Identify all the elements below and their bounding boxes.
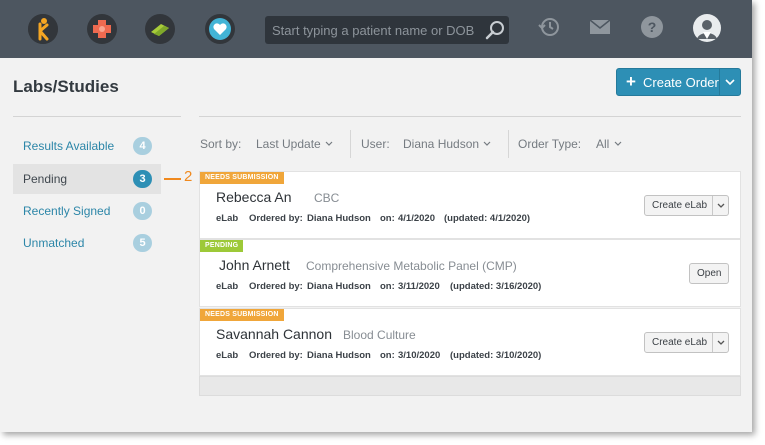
button-divider [712,196,713,215]
heart-engage-icon[interactable] [205,14,235,44]
sidebar-item-results-available[interactable]: Results Available 4 [13,131,161,161]
callout-pointer [164,178,181,180]
order-date-label: on: [380,281,395,292]
search-icon[interactable] [484,19,506,46]
order-type-label: Order Type: [518,137,582,151]
open-button[interactable]: Open [689,263,729,284]
button-divider [712,333,713,352]
ordered-by-value: Diana Hudson [307,281,371,292]
top-nav-bar: Start typing a patient name or DOB ? [0,0,752,58]
count-badge: 3 [133,170,152,188]
content-divider [199,116,741,117]
ordered-by-label: Ordered by: [249,213,303,224]
filter-divider [508,130,509,158]
updated-date: (updated: 4/1/2020) [444,213,531,224]
kareo-logo-icon[interactable] [28,14,58,44]
order-type-dropdown[interactable]: All [596,137,623,151]
sort-label: Sort by: [200,137,242,151]
chevron-down-icon[interactable] [715,199,727,214]
ordered-by-label: Ordered by: [249,281,303,292]
patient-search-box[interactable]: Start typing a patient name or DOB [265,16,509,44]
status-badge: PENDING [200,240,244,252]
ordered-by-value: Diana Hudson [307,350,371,361]
patient-name[interactable]: Savannah Cannon [216,326,332,342]
updated-date: (updated: 3/16/2020) [450,281,542,292]
create-elab-button[interactable]: Create eLab [644,332,729,353]
button-label: Create eLab [652,337,708,348]
list-footer [199,376,741,396]
sidebar-item-label: Pending [23,172,68,186]
sidebar-divider [13,116,181,117]
sidebar-item-label: Unmatched [23,236,85,250]
search-input[interactable]: Start typing a patient name or DOB [272,23,474,38]
user-avatar-icon[interactable] [692,13,722,48]
patient-name[interactable]: John Arnett [219,257,290,273]
order-type-value: All [596,137,610,151]
order-list: NEEDS SUBMISSION Rebecca An CBC eLab Ord… [199,171,741,396]
create-order-label: Create Order [643,75,719,90]
order-source: eLab [216,281,239,292]
count-badge: 4 [133,137,152,155]
order-row[interactable]: NEEDS SUBMISSION Rebecca An CBC eLab Ord… [199,171,741,239]
order-row[interactable]: NEEDS SUBMISSION Savannah Cannon Blood C… [199,308,741,376]
order-date: 3/11/2020 [398,281,440,292]
sort-dropdown[interactable]: Last Update [256,137,334,151]
sidebar-item-label: Results Available [23,139,115,153]
updated-date: (updated: 3/10/2020) [450,350,542,361]
create-order-button[interactable]: + Create Order [616,68,741,96]
plus-icon: + [626,72,636,91]
filter-divider [350,130,351,158]
order-date: 4/1/2020 [398,213,435,224]
sort-value: Last Update [256,137,321,151]
user-label: User: [361,137,390,151]
page-title: Labs/Studies [13,77,119,96]
order-source: eLab [216,213,239,224]
order-source: eLab [216,350,239,361]
chevron-down-icon[interactable] [715,336,727,351]
button-divider [719,69,720,95]
count-badge: 5 [133,234,152,252]
status-badge: NEEDS SUBMISSION [200,309,284,321]
button-label: Create eLab [652,200,708,211]
study-name: CBC [314,191,340,205]
user-dropdown[interactable]: Diana Hudson [403,137,492,151]
mail-icon[interactable] [588,15,612,44]
sidebar-item-recently-signed[interactable]: Recently Signed 0 [13,196,161,226]
billing-check-icon[interactable] [145,14,175,44]
sidebar-item-unmatched[interactable]: Unmatched 5 [13,228,161,258]
medical-cross-icon[interactable] [87,14,117,44]
count-badge: 0 [133,202,152,220]
user-value: Diana Hudson [403,137,480,151]
chevron-down-icon[interactable] [723,73,737,96]
sidebar-item-pending[interactable]: Pending 3 [13,164,161,194]
ordered-by-value: Diana Hudson [307,213,371,224]
button-label: Open [697,268,722,279]
order-date: 3/10/2020 [398,350,441,361]
study-name: Comprehensive Metabolic Panel (CMP) [306,259,517,273]
create-elab-button[interactable]: Create eLab [644,195,729,216]
order-row[interactable]: PENDING John Arnett Comprehensive Metabo… [199,239,741,307]
chevron-down-icon [483,141,491,146]
status-badge: NEEDS SUBMISSION [200,172,284,184]
chevron-down-icon [325,141,333,146]
sidebar-item-label: Recently Signed [23,204,111,218]
callout-number: 2 [184,168,193,185]
chevron-down-icon [614,141,622,146]
history-clock-icon[interactable] [537,15,561,44]
help-icon[interactable]: ? [640,15,664,44]
ordered-by-label: Ordered by: [249,350,303,361]
app-window: Start typing a patient name or DOB ? Lab… [0,0,752,432]
order-date-label: on: [380,350,395,361]
patient-name[interactable]: Rebecca An [216,189,292,205]
study-name: Blood Culture [343,328,416,342]
order-date-label: on: [380,213,395,224]
svg-text:?: ? [648,19,657,35]
